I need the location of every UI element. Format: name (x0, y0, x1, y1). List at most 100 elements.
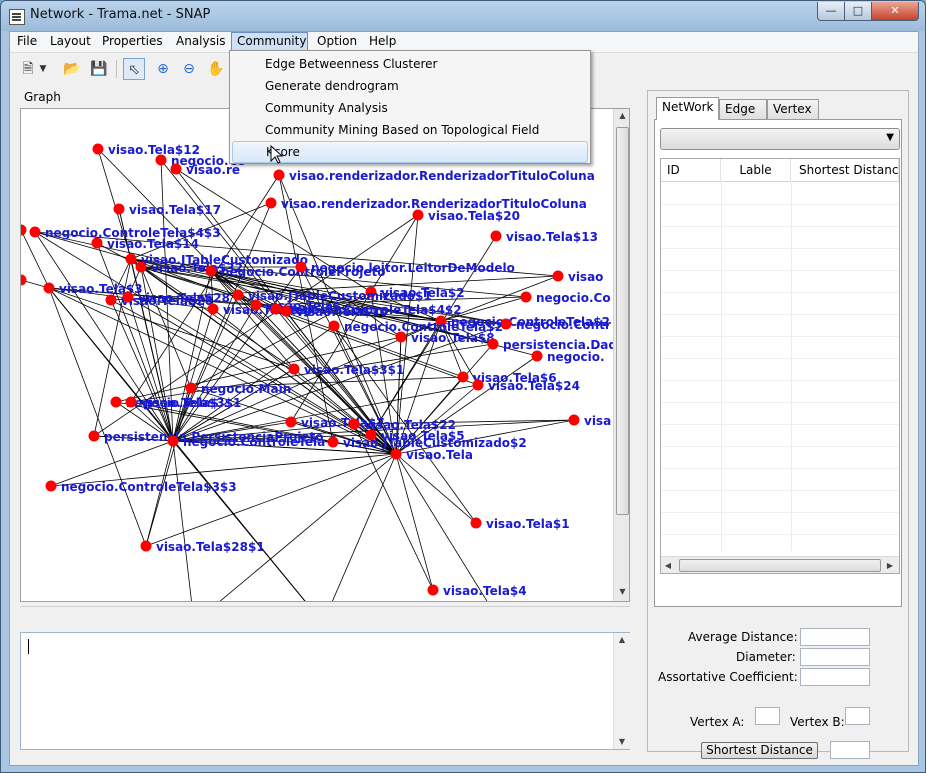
scroll-up-icon[interactable]: ▲ (614, 109, 629, 123)
graph-node[interactable] (470, 517, 482, 529)
graph-node[interactable] (110, 396, 122, 408)
column-id[interactable]: ID (661, 159, 721, 181)
network-combo[interactable]: ▼ (660, 128, 900, 150)
graph-node[interactable] (390, 448, 402, 460)
menu-item-community-mining[interactable]: Community Mining Based on Topological Fi… (232, 119, 588, 141)
graph-node[interactable] (21, 274, 27, 286)
graph-node[interactable] (140, 540, 152, 552)
graph-node[interactable] (29, 226, 41, 238)
console-scroll-down-icon[interactable]: ▼ (614, 735, 630, 749)
graph-node[interactable] (92, 143, 104, 155)
console-scrollbar[interactable]: ▲ ▼ (613, 633, 630, 749)
assortative-field[interactable] (800, 668, 870, 686)
graph-node[interactable] (105, 294, 117, 306)
scroll-thumb[interactable] (616, 127, 629, 515)
zoom-in-icon[interactable]: ⊕ (152, 58, 174, 80)
graph-node[interactable] (113, 203, 125, 215)
tab-edge[interactable]: Edge (719, 99, 767, 119)
graph-node-label: visao.Tela$28 (138, 291, 230, 305)
graph-node[interactable] (568, 414, 580, 426)
menu-item-generate-dendrogram[interactable]: Generate dendrogram (232, 75, 588, 97)
graph-node[interactable] (265, 197, 277, 209)
graph-node[interactable] (205, 265, 217, 277)
dropdown-arrow-icon[interactable]: ▼ (37, 58, 49, 80)
graph-node[interactable] (520, 291, 532, 303)
average-distance-field[interactable] (800, 628, 870, 646)
graph-node[interactable] (88, 430, 100, 442)
table-horizontal-scrollbar[interactable]: ◀ ▶ (661, 556, 899, 573)
graph-node[interactable] (395, 331, 407, 343)
menu-option[interactable]: Option (312, 32, 362, 52)
graph-node[interactable] (170, 163, 182, 175)
graph-node[interactable] (328, 320, 340, 332)
column-shortest-distance[interactable]: Shortest Distance (791, 159, 899, 181)
column-lable[interactable]: Lable (721, 159, 791, 181)
new-file-icon[interactable]: 🗎 (17, 58, 39, 80)
graph-node[interactable] (472, 379, 484, 391)
scroll-left-icon[interactable]: ◀ (661, 559, 675, 573)
menu-help[interactable]: Help (364, 32, 401, 52)
graph-node[interactable] (122, 291, 134, 303)
graph-node[interactable] (155, 154, 167, 166)
graph-node[interactable] (135, 261, 147, 273)
graph-node[interactable] (125, 396, 137, 408)
maximize-button[interactable]: □ (844, 2, 872, 21)
menu-layout[interactable]: Layout (45, 32, 96, 52)
tab-vertex[interactable]: Vertex (767, 99, 819, 119)
graph-node[interactable] (207, 303, 219, 315)
graph-node[interactable] (45, 480, 57, 492)
network-table[interactable]: ID Lable Shortest Distance ◀ ▶ (660, 158, 900, 574)
h-scroll-thumb[interactable] (679, 559, 881, 572)
menu-properties[interactable]: Properties (97, 32, 168, 52)
graph-node[interactable] (273, 169, 285, 181)
save-icon[interactable]: 💾 (88, 58, 110, 80)
zoom-out-icon[interactable]: ⊖ (178, 58, 200, 80)
panel-splitter[interactable] (20, 606, 630, 611)
graph-node[interactable] (167, 435, 179, 447)
graph-node[interactable] (327, 436, 339, 448)
graph-node[interactable] (280, 305, 292, 317)
graph-node[interactable] (270, 303, 282, 315)
graph-node[interactable] (490, 230, 502, 242)
graph-node[interactable] (295, 261, 307, 273)
diameter-field[interactable] (800, 648, 870, 666)
graph-node[interactable] (552, 270, 564, 282)
scroll-down-icon[interactable]: ▼ (614, 585, 629, 599)
graph-node[interactable] (185, 382, 197, 394)
tab-network[interactable]: NetWork (656, 97, 719, 120)
console-output[interactable]: ▲ ▼ (20, 632, 630, 750)
close-button[interactable]: ✕ (871, 2, 919, 21)
graph-node[interactable] (531, 350, 543, 362)
graph-node[interactable] (250, 299, 262, 311)
open-folder-icon[interactable]: 📂 (61, 58, 83, 80)
graph-node[interactable] (232, 289, 244, 301)
menu-file[interactable]: File (12, 32, 42, 52)
graph-node[interactable] (412, 209, 424, 221)
graph-panel[interactable]: visao.Tela$12 negocio.Co visao.re visao.ren… (20, 108, 630, 602)
shortest-distance-button[interactable]: Shortest Distance (701, 742, 818, 759)
graph-node[interactable] (348, 418, 360, 430)
console-scroll-up-icon[interactable]: ▲ (614, 633, 630, 647)
vertex-a-field[interactable] (755, 707, 780, 725)
menu-item-edge-betweenness[interactable]: Edge Betweenness Clusterer (232, 53, 588, 75)
menu-item-community-analysis[interactable]: Community Analysis (232, 97, 588, 119)
shortest-distance-result[interactable] (830, 741, 870, 759)
menu-item-kcore[interactable]: Kcore (232, 141, 588, 163)
graph-vertical-scrollbar[interactable]: ▲ ▼ (613, 109, 629, 601)
graph-node[interactable] (487, 338, 499, 350)
graph-node[interactable] (125, 253, 137, 265)
graph-node[interactable] (457, 371, 469, 383)
pointer-icon[interactable]: ⬁ (123, 58, 145, 80)
menu-community[interactable]: Community (231, 32, 308, 52)
graph-node[interactable] (427, 584, 439, 596)
graph-node[interactable] (288, 363, 300, 375)
graph-node[interactable] (43, 282, 55, 294)
pan-hand-icon[interactable]: ✋ (205, 58, 227, 80)
graph-node[interactable] (21, 224, 27, 236)
minimize-button[interactable]: — (817, 2, 845, 21)
network-graph[interactable]: visao.Tela$12negocio.Covisao.re visao.ren… (21, 109, 613, 601)
vertex-b-field[interactable] (845, 707, 870, 725)
scroll-right-icon[interactable]: ▶ (883, 559, 897, 573)
menu-analysis[interactable]: Analysis (171, 32, 230, 52)
graph-node[interactable] (285, 416, 297, 428)
